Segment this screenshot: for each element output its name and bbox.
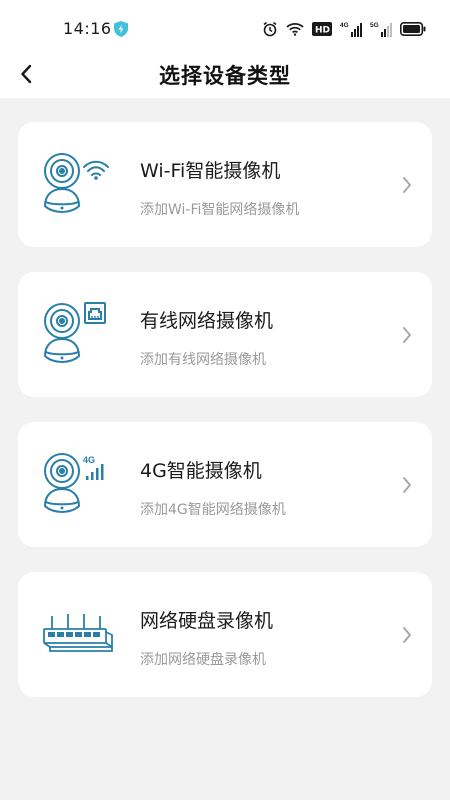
battery-icon [400,22,426,36]
chevron-right-icon [403,627,411,643]
network-label-4g: 4G [340,22,349,29]
alarm-icon [263,21,277,37]
device-card-nvr[interactable]: 网络硬盘录像机 添加网络硬盘录像机 [18,572,432,697]
device-card-title: 有线网络摄像机 [140,310,274,332]
device-card-4g-camera[interactable]: 4G 4G智能摄像机 添加4G智能网络摄像机 [18,422,432,547]
status-bar: 14:16 HD 4G 5G [0,0,450,58]
chevron-right-icon [403,327,411,343]
top-area: 14:16 HD 4G 5G 选择设备类型 [0,0,450,98]
device-card-title: Wi-Fi智能摄像机 [140,160,281,182]
wifi-icon [286,23,304,36]
shield-icon [114,21,128,37]
status-time: 14:16 [63,19,112,38]
signal-5g-icon: 5G [370,22,392,37]
chevron-right-icon [403,177,411,193]
device-card-wired-camera[interactable]: 有线网络摄像机 添加有线网络摄像机 [18,272,432,397]
signal-4g-icon: 4G [340,22,362,37]
chevron-right-icon [403,477,411,493]
wifi-camera-icon [43,153,109,214]
4g-camera-icon: 4G [43,453,104,514]
network-label-5g: 5G [370,22,379,29]
4g-badge-label: 4G [83,455,95,465]
device-card-subtitle: 添加有线网络摄像机 [140,352,266,368]
wired-camera-icon [43,302,106,364]
nav-bar: 选择设备类型 [0,58,450,94]
device-card-subtitle: 添加4G智能网络摄像机 [140,502,286,518]
hd-icon: HD [312,22,332,36]
device-card-title: 4G智能摄像机 [140,460,262,482]
hd-label: HD [315,26,330,36]
device-card-title: 网络硬盘录像机 [140,610,274,632]
nvr-icon [43,614,113,652]
page-title: 选择设备类型 [159,64,291,88]
status-icons: HD 4G 5G [262,19,426,39]
device-card-wifi-camera[interactable]: Wi-Fi智能摄像机 添加Wi-Fi智能网络摄像机 [18,122,432,247]
device-card-subtitle: 添加Wi-Fi智能网络摄像机 [140,202,300,218]
device-card-subtitle: 添加网络硬盘录像机 [140,652,266,668]
